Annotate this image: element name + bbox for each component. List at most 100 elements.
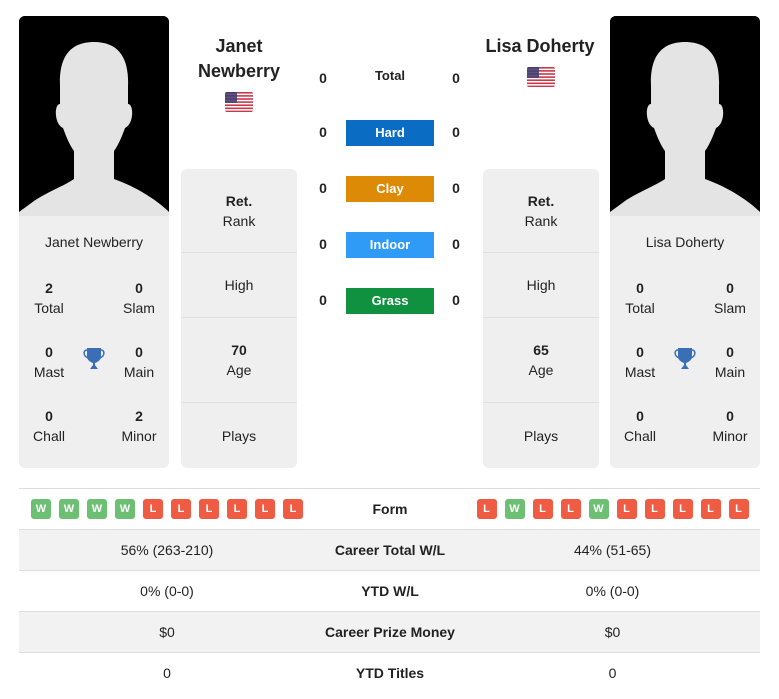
form-win-badge[interactable]: W bbox=[504, 499, 525, 519]
player2-titles-main: 0 Main bbox=[714, 344, 746, 380]
h2h-hard-p1: 0 bbox=[319, 124, 327, 140]
h2h-clay-p2: 0 bbox=[452, 180, 460, 196]
career-prize-money-label: Career Prize Money bbox=[325, 624, 455, 640]
form-win-badge[interactable]: W bbox=[31, 499, 51, 519]
player2-form: LWLLWLLLLL bbox=[465, 489, 760, 529]
form-loss-badge[interactable]: L bbox=[476, 499, 497, 519]
player2-ytd-wl: 0% (0-0) bbox=[585, 583, 640, 599]
player2-ytd-titles: 0 bbox=[608, 665, 617, 681]
player1-ytd-wl: 0% (0-0) bbox=[140, 583, 194, 599]
player2-name[interactable]: Lisa Doherty bbox=[470, 34, 610, 59]
h2h-total-row: 0 Total 0 bbox=[300, 66, 480, 94]
player1-name-first: Janet bbox=[215, 36, 263, 56]
career-prize-money-row: $0 Career Prize Money $0 bbox=[19, 611, 760, 652]
player1-form: WWWWLLLLLL bbox=[19, 489, 315, 529]
h2h-indoor-p1: 0 bbox=[319, 236, 327, 252]
form-win-badge[interactable]: W bbox=[59, 499, 79, 519]
player1-titles-minor: 2 Minor bbox=[121, 408, 157, 444]
surface-hard-badge[interactable]: Hard bbox=[346, 120, 434, 146]
player2-photo bbox=[610, 16, 760, 216]
player2-card: Lisa Doherty 0 Total 0 Slam 0 Mast 0 Main 0C… bbox=[610, 216, 760, 468]
surface-indoor-badge[interactable]: Indoor bbox=[346, 232, 434, 258]
player1-titles-slam: 0 Slam bbox=[123, 280, 155, 316]
player1-titles-main: 0 Main bbox=[123, 344, 155, 380]
player1-card: Janet Newberry 2 Total 0 Slam 0 Mast 0 Main … bbox=[19, 216, 169, 468]
form-win-badge[interactable]: W bbox=[87, 499, 107, 519]
h2h-clay-row: 0 Clay 0 bbox=[300, 176, 480, 204]
player2-titles-mast: 0 Mast bbox=[624, 344, 656, 380]
player2-info-panel: Ret. Rank High 65 Age Plays bbox=[483, 169, 599, 468]
trophy-icon bbox=[82, 346, 106, 372]
h2h-indoor-row: 0 Indoor 0 bbox=[300, 232, 480, 260]
player1-photo bbox=[19, 16, 169, 216]
player1-titles-total: 2 Total bbox=[34, 280, 64, 316]
career-total-wl-label: Career Total W/L bbox=[334, 542, 446, 558]
player1-name[interactable]: Janet Newberry bbox=[181, 34, 297, 84]
player1-ytd-titles: 0 bbox=[163, 665, 171, 681]
player1-titles-chall: 0 Chall bbox=[33, 408, 65, 444]
player1-career-prize-money: $0 bbox=[159, 624, 175, 640]
form-loss-badge[interactable]: L bbox=[199, 499, 219, 519]
player1-career-total-wl: 56% (263-210) bbox=[120, 542, 214, 558]
player1-rank: Ret. Rank bbox=[181, 169, 297, 253]
player1-info-panel: Ret. Rank High 70 Age Plays bbox=[181, 169, 297, 468]
ytd-titles-row: 0 YTD Titles 0 bbox=[19, 652, 760, 693]
form-loss-badge[interactable]: L bbox=[227, 499, 247, 519]
silhouette-icon bbox=[610, 16, 760, 216]
form-label: Form bbox=[372, 501, 408, 517]
h2h-grass-p1: 0 bbox=[319, 292, 327, 308]
h2h-grass-p2: 0 bbox=[452, 292, 460, 308]
form-loss-badge[interactable]: L bbox=[143, 499, 163, 519]
form-loss-badge[interactable]: L bbox=[728, 499, 749, 519]
player2-career-total-wl: 44% (51-65) bbox=[573, 542, 652, 558]
h2h-total-label: Total bbox=[374, 68, 406, 83]
h2h-clay-p1: 0 bbox=[319, 180, 327, 196]
silhouette-icon bbox=[19, 16, 169, 216]
player2-name-text: Lisa Doherty bbox=[485, 36, 595, 56]
player1-high: High bbox=[181, 253, 297, 318]
ytd-wl-row: 0% (0-0) YTD W/L 0% (0-0) bbox=[19, 570, 760, 611]
h2h-total-p1: 0 bbox=[319, 70, 327, 86]
player2-career-prize-money: $0 bbox=[604, 624, 621, 640]
player2-high: High bbox=[483, 253, 599, 318]
ytd-titles-label: YTD Titles bbox=[355, 665, 425, 681]
surface-grass-badge[interactable]: Grass bbox=[346, 288, 434, 314]
player1-titles-mast: 0 Mast bbox=[33, 344, 65, 380]
player1-card-name: Janet Newberry bbox=[44, 234, 144, 250]
us-flag-icon bbox=[225, 92, 253, 112]
player1-plays: Plays bbox=[221, 427, 257, 444]
form-loss-badge[interactable]: L bbox=[283, 499, 303, 519]
trophy-icon bbox=[673, 346, 697, 372]
player2-titles-total: 0 Total bbox=[625, 280, 655, 316]
h2h-indoor-p2: 0 bbox=[452, 236, 460, 252]
h2h-hard-p2: 0 bbox=[452, 124, 460, 140]
player1-name-last: Newberry bbox=[197, 61, 281, 81]
form-row: WWWWLLLLLL Form LWLLWLLLLL bbox=[19, 488, 760, 529]
form-loss-badge[interactable]: L bbox=[171, 499, 191, 519]
player2-card-name: Lisa Doherty bbox=[645, 234, 725, 250]
form-win-badge[interactable]: W bbox=[588, 499, 609, 519]
player2-rank: Ret. Rank bbox=[483, 169, 599, 253]
form-loss-badge[interactable]: L bbox=[560, 499, 581, 519]
form-loss-badge[interactable]: L bbox=[644, 499, 665, 519]
form-loss-badge[interactable]: L bbox=[672, 499, 693, 519]
form-win-badge[interactable]: W bbox=[115, 499, 135, 519]
player2-age: 65 Age bbox=[483, 318, 599, 403]
player1-age: 70 Age bbox=[181, 318, 297, 403]
form-loss-badge[interactable]: L bbox=[616, 499, 637, 519]
form-loss-badge[interactable]: L bbox=[700, 499, 721, 519]
h2h-hard-row: 0 Hard 0 bbox=[300, 120, 480, 148]
ytd-wl-label: YTD W/L bbox=[361, 583, 419, 599]
h2h-total-p2: 0 bbox=[452, 70, 460, 86]
comparison-table: WWWWLLLLLL Form LWLLWLLLLL 56% (263-210)… bbox=[19, 488, 760, 693]
career-total-wl-row: 56% (263-210) Career Total W/L 44% (51-6… bbox=[19, 529, 760, 570]
us-flag-icon bbox=[527, 67, 555, 87]
h2h-grass-row: 0 Grass 0 bbox=[300, 288, 480, 316]
player2-plays: Plays bbox=[523, 427, 559, 444]
form-loss-badge[interactable]: L bbox=[532, 499, 553, 519]
player2-titles-minor: 0 Minor bbox=[712, 408, 748, 444]
player2-titles-slam: 0 Slam bbox=[714, 280, 746, 316]
surface-clay-badge[interactable]: Clay bbox=[346, 176, 434, 202]
form-loss-badge[interactable]: L bbox=[255, 499, 275, 519]
player2-titles-chall: 0 Chall bbox=[624, 408, 656, 444]
